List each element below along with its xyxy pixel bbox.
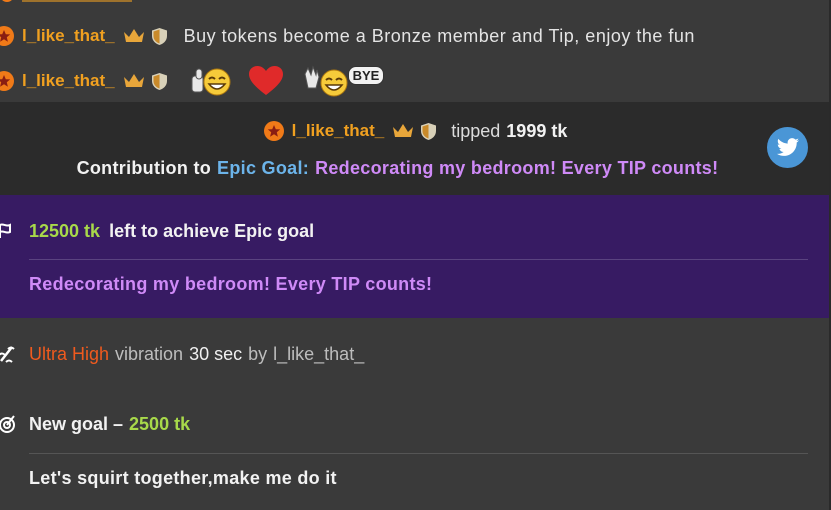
flag-icon	[0, 223, 11, 238]
twitter-share-button[interactable]	[767, 127, 808, 168]
divider	[29, 259, 808, 260]
vibration-by: by	[248, 343, 268, 364]
bye-bubble: BYE	[347, 65, 385, 85]
thumbs-up-emoji-icon	[191, 68, 231, 96]
new-goal-label: New goal –	[29, 413, 124, 434]
wave-emoji-icon	[304, 65, 348, 97]
chat-row-partial	[0, 0, 831, 4]
tip-amount: 1999 tk	[506, 120, 568, 141]
tip-line: l_like_that_ tipped 1999 tk	[0, 118, 831, 144]
medal-icon	[263, 121, 284, 141]
epic-goal-title: Redecorating my bedroom! Every TIP count…	[29, 274, 433, 294]
vibration-level: Ultra High	[29, 343, 110, 364]
new-goal-amount: 2500 tk	[129, 413, 191, 434]
contribution-prefix: Contribution to	[76, 157, 212, 178]
shield-icon	[151, 72, 167, 90]
divider	[29, 453, 808, 454]
remaining-amount: 12500 tk	[29, 221, 101, 241]
contribution-goal-title: Redecorating my bedroom! Every TIP count…	[315, 157, 719, 178]
shield-icon	[421, 122, 437, 140]
vibration-username[interactable]: l_like_that_	[273, 344, 364, 365]
username-link[interactable]: l_like_that_	[22, 26, 115, 46]
new-goal-description: Let's squirt together,make me do it	[29, 468, 337, 488]
vibration-duration: 30 sec	[189, 343, 243, 364]
new-goal-notification: New goal – 2500 tk	[0, 410, 831, 438]
tipper-username[interactable]: l_like_that_	[292, 121, 385, 141]
remaining-suffix: left to achieve Epic goal	[109, 221, 315, 241]
vibration-word: vibration	[115, 343, 184, 364]
medal-icon	[0, 71, 14, 91]
chat-message-row: l_like_that_ BYE	[0, 64, 831, 98]
tipped-word: tipped	[451, 120, 501, 141]
twitter-icon	[776, 137, 799, 156]
chat-message-text: Buy tokens become a Bronze member and Ti…	[183, 25, 695, 46]
vibration-notification: Ultra High vibration 30 sec by l_like_th…	[0, 340, 831, 368]
heart-icon	[248, 66, 283, 95]
tip-notification: l_like_that_ tipped 1999 tk Contribution…	[0, 102, 831, 195]
contribution-line: Contribution to Epic Goal: Redecorating …	[0, 155, 813, 181]
crown-icon	[393, 124, 414, 137]
epic-goal-panel: 12500 tk left to achieve Epic goal Redec…	[0, 195, 831, 318]
username-link[interactable]: l_like_that_	[22, 71, 115, 91]
epic-goal-label: Epic Goal:	[217, 157, 310, 178]
crown-icon	[123, 29, 144, 42]
crown-icon	[123, 74, 144, 87]
shield-icon	[151, 27, 167, 45]
chat-message-row: l_like_that_ Buy tokens become a Bronze …	[0, 22, 831, 50]
goal-icon	[0, 415, 15, 433]
epic-goal-remaining-line: 12500 tk left to achieve Epic goal	[29, 221, 314, 242]
medal-icon	[0, 26, 14, 46]
vibration-icon	[0, 346, 15, 363]
